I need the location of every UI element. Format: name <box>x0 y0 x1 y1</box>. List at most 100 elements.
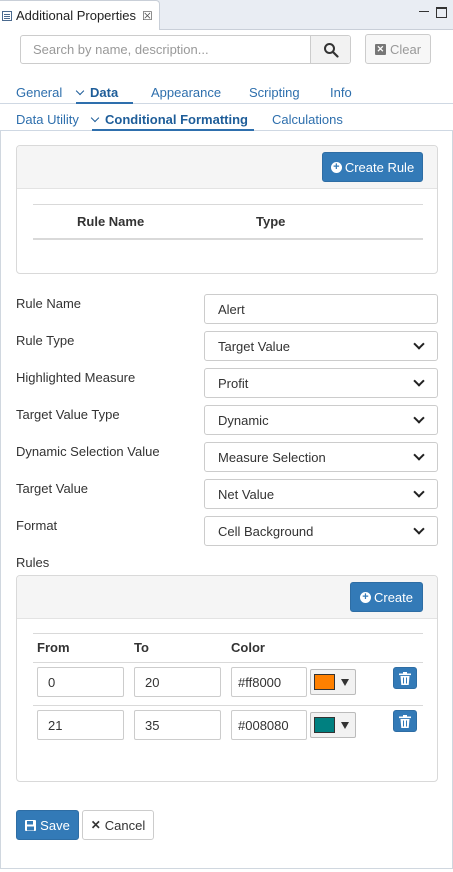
tab-title: Additional Properties <box>16 8 136 23</box>
tab-general[interactable]: General <box>16 85 62 100</box>
range-to-input[interactable]: 35 <box>134 710 221 740</box>
range-from-input[interactable]: 0 <box>37 667 124 697</box>
cancel-button[interactable]: ✕ Cancel <box>82 810 154 840</box>
range-from-value: 0 <box>48 674 56 690</box>
chevron-down-icon <box>413 449 425 461</box>
format-select[interactable]: Cell Background <box>204 516 438 546</box>
clear-icon: ✕ <box>374 43 386 55</box>
search-button[interactable] <box>310 36 350 63</box>
highlighted-measure-value: Profit <box>218 375 249 391</box>
clear-button[interactable]: ✕ Clear <box>365 34 431 64</box>
rules-section-title: Rules <box>16 555 50 570</box>
cancel-label: Cancel <box>104 817 146 833</box>
rule-name-value: Alert <box>218 301 245 317</box>
tab-data-label: Data <box>90 85 119 100</box>
sub-tabs: Data Utility Conditional Formatting Calc… <box>0 109 453 131</box>
active-tab-indicator <box>76 102 133 104</box>
editor-tab[interactable]: Additional Properties ☒ <box>0 0 160 30</box>
close-icon[interactable]: ☒ <box>142 9 153 23</box>
dynamic-selection-value-value: Measure Selection <box>218 449 326 465</box>
target-value-type-select[interactable]: Dynamic <box>204 405 438 435</box>
tab-scripting[interactable]: Scripting <box>249 85 300 100</box>
tab-conditional-formatting-label: Conditional Formatting <box>105 112 248 127</box>
range-color-value: #ff8000 <box>238 674 282 690</box>
tab-data[interactable]: Data <box>75 85 119 100</box>
chevron-down-icon <box>413 486 425 498</box>
color-swatch <box>314 674 335 690</box>
dynamic-selection-value-select[interactable]: Measure Selection <box>204 442 438 472</box>
range-color-input[interactable]: #008080 <box>231 710 307 740</box>
close-icon: ✕ <box>90 818 101 832</box>
target-value-type-label: Target Value Type <box>16 407 120 422</box>
range-to-value: 35 <box>145 717 160 733</box>
save-button[interactable]: Save <box>16 810 79 840</box>
range-to-input[interactable]: 20 <box>134 667 221 697</box>
range-from-input[interactable]: 21 <box>37 710 124 740</box>
row-divider <box>33 705 423 706</box>
range-to-value: 20 <box>145 674 160 690</box>
title-bar: Additional Properties ☒ <box>0 0 453 30</box>
chevron-down-icon <box>413 412 425 424</box>
clear-label: Clear <box>389 41 422 57</box>
caret-down-icon <box>341 678 349 686</box>
plus-circle-icon: + <box>359 591 371 603</box>
column-header-to: To <box>134 640 149 655</box>
delete-range-button[interactable] <box>393 710 417 732</box>
column-header-type: Type <box>256 214 286 229</box>
create-rule-button[interactable]: + Create Rule <box>322 152 423 182</box>
rule-type-select[interactable]: Target Value <box>204 331 438 361</box>
target-value-label: Target Value <box>16 481 89 496</box>
create-range-label: Create <box>373 589 414 605</box>
range-color-input[interactable]: #ff8000 <box>231 667 307 697</box>
rule-type-label: Rule Type <box>16 333 75 348</box>
trash-icon <box>399 714 411 728</box>
tab-data-utility[interactable]: Data Utility <box>16 112 79 127</box>
search-input[interactable] <box>21 36 310 63</box>
create-rule-label: Create Rule <box>344 159 415 175</box>
tab-appearance[interactable]: Appearance <box>151 85 221 100</box>
format-label: Format <box>16 518 58 533</box>
rules-list-panel: + Create Rule Rule Name Type <box>16 145 438 274</box>
target-value-select[interactable]: Net Value <box>204 479 438 509</box>
table-header-border <box>33 238 423 240</box>
highlighted-measure-label: Highlighted Measure <box>16 370 136 385</box>
tab-calculations[interactable]: Calculations <box>272 112 343 127</box>
search-icon <box>323 42 339 58</box>
color-picker[interactable] <box>310 669 356 695</box>
plus-circle-icon: + <box>330 161 342 173</box>
main-tabs: General Data Appearance Scripting Info <box>0 82 453 104</box>
rule-name-label: Rule Name <box>16 296 82 311</box>
rules-ranges-panel: + Create From To Color 0 20 #ff8000 21 3… <box>16 575 438 782</box>
ranges-table-header-border <box>33 662 423 663</box>
create-range-button[interactable]: + Create <box>350 582 423 612</box>
tab-conditional-formatting[interactable]: Conditional Formatting <box>90 112 248 127</box>
chevron-down-icon <box>75 86 85 96</box>
color-swatch <box>314 717 335 733</box>
dynamic-selection-value-label: Dynamic Selection Value <box>16 444 160 459</box>
tab-info[interactable]: Info <box>330 85 352 100</box>
chevron-down-icon <box>413 338 425 350</box>
ranges-table-top-border <box>33 633 423 634</box>
save-label: Save <box>40 817 70 833</box>
column-header-rule-name: Rule Name <box>77 214 145 229</box>
maximize-icon[interactable] <box>436 7 447 18</box>
caret-down-icon <box>341 721 349 729</box>
search-box <box>20 35 351 64</box>
format-value: Cell Background <box>218 523 314 539</box>
range-from-value: 21 <box>48 717 63 733</box>
properties-icon <box>2 10 12 21</box>
delete-range-button[interactable] <box>393 667 417 689</box>
chevron-down-icon <box>413 375 425 387</box>
rule-type-value: Target Value <box>218 338 291 354</box>
column-header-from: From <box>37 640 70 655</box>
chevron-down-icon <box>90 113 100 123</box>
target-value-value: Net Value <box>218 486 275 502</box>
target-value-type-value: Dynamic <box>218 412 269 428</box>
chevron-down-icon <box>413 523 425 535</box>
trash-icon <box>399 671 411 685</box>
rule-name-input[interactable]: Alert <box>204 294 438 324</box>
minimize-icon[interactable] <box>418 6 430 18</box>
column-header-color: Color <box>231 640 265 655</box>
color-picker[interactable] <box>310 712 356 738</box>
highlighted-measure-select[interactable]: Profit <box>204 368 438 398</box>
